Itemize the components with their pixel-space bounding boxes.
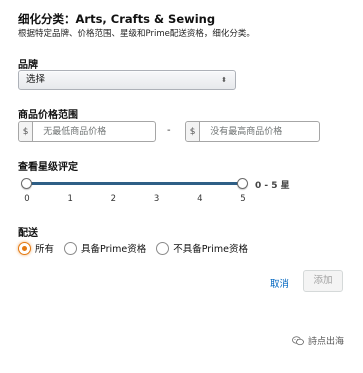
radio-label: 具备Prime资格 xyxy=(81,244,147,255)
radio-label: 所有 xyxy=(35,244,55,255)
rating-tick-3: 3 xyxy=(153,194,160,204)
min-price-input[interactable] xyxy=(33,122,155,141)
min-price-field[interactable]: $ xyxy=(18,121,156,142)
rating-tick-4: 4 xyxy=(197,194,203,204)
price-separator: - xyxy=(167,125,171,136)
radio-all[interactable]: 所有 xyxy=(18,241,54,255)
rating-range-readout: 0 - 5 星 xyxy=(255,181,290,191)
refine-category-panel: 细化分类：Arts, Crafts & Sewing 根据特定品牌、价格范围、星… xyxy=(0,0,363,373)
max-price-input[interactable] xyxy=(200,122,319,141)
panel-title: 细化分类：Arts, Crafts & Sewing xyxy=(18,12,216,26)
panel-subtitle: 根据特定品牌、价格范围、星级和Prime配送资格，细化分类。 xyxy=(18,29,255,39)
price-range-label: 商品价格范围 xyxy=(18,110,78,121)
brand-label: 品牌 xyxy=(18,60,38,71)
radio-not-prime-eligible[interactable]: 不具备Prime资格 xyxy=(156,241,248,255)
radio-button[interactable] xyxy=(64,241,78,255)
delivery-options: 所有 具备Prime资格 不具备Prime资格 xyxy=(18,240,258,256)
dollar-prefix: $ xyxy=(19,122,34,141)
watermark-text: 詩点出海 xyxy=(308,337,345,347)
cancel-button[interactable]: 取消 xyxy=(270,276,289,290)
dollar-prefix: $ xyxy=(186,122,201,141)
rating-slider-track[interactable] xyxy=(27,182,243,185)
radio-label: 不具备Prime资格 xyxy=(173,244,248,255)
rating-label: 查看星级评定 xyxy=(18,162,78,173)
rating-tick-2: 2 xyxy=(110,194,117,204)
sort-arrows-icon: ⬍ xyxy=(221,76,227,84)
chat-bubble-icon xyxy=(292,335,304,345)
rating-tick-5: 5 xyxy=(240,194,246,204)
rating-slider-max-handle[interactable] xyxy=(237,178,248,189)
radio-button[interactable] xyxy=(156,241,170,255)
delivery-label: 配送 xyxy=(18,228,38,239)
radio-button[interactable] xyxy=(18,241,31,255)
brand-selected-value: 选择 xyxy=(26,74,46,85)
add-button[interactable]: 添加 xyxy=(303,270,343,292)
radio-prime-eligible[interactable]: 具备Prime资格 xyxy=(64,241,146,255)
brand-select[interactable]: 选择 ⬍ xyxy=(18,70,236,90)
rating-slider-min-handle[interactable] xyxy=(21,178,32,189)
max-price-field[interactable]: $ xyxy=(185,121,320,142)
watermark: 詩点出海 xyxy=(292,334,344,347)
rating-tick-1: 1 xyxy=(67,194,73,204)
rating-tick-0: 0 xyxy=(24,194,30,204)
